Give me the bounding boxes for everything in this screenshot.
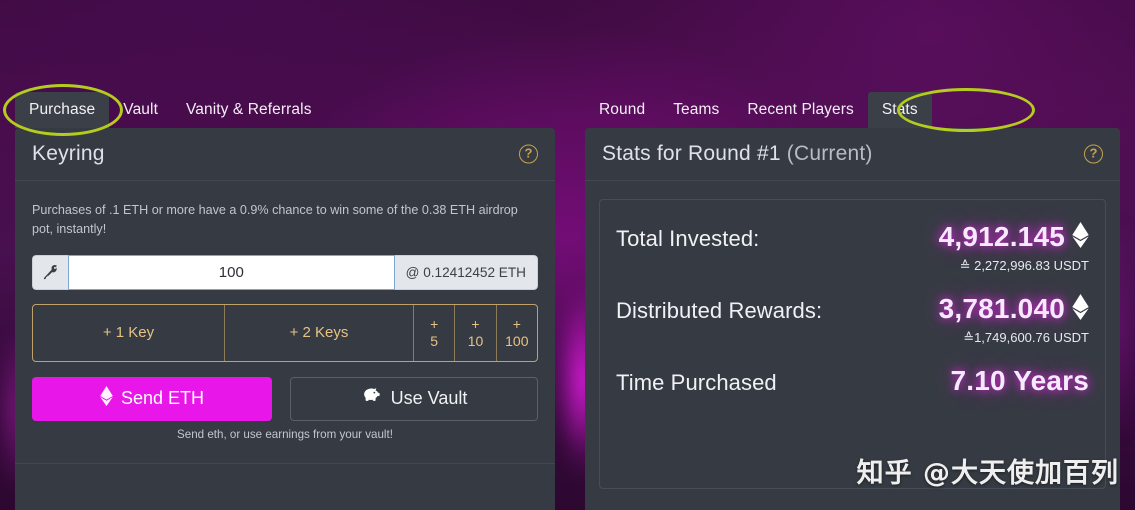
add-10-plus: + xyxy=(471,316,480,333)
tab-vault-label: Vault xyxy=(123,101,158,118)
tab-vanity-referrals-label: Vanity & Referrals xyxy=(185,101,312,118)
use-vault-button[interactable]: Use Vault xyxy=(290,376,538,421)
add-2-keys-button[interactable]: + 2 Keys xyxy=(225,304,414,361)
eth-rate-suffix: @ 0.12412452 ETH xyxy=(394,254,538,290)
tab-stats[interactable]: Stats xyxy=(867,92,932,128)
distributed-rewards-label: Distributed Rewards: xyxy=(616,298,823,323)
total-invested-value-group: 4,912.145 xyxy=(939,221,1089,253)
distributed-rewards-value-group: 3,781.040 xyxy=(939,293,1089,325)
keyring-panel-body: Purchases of .1 ETH or more have a 0.9% … xyxy=(15,181,555,464)
stats-panel-title-main: Stats for Round #1 xyxy=(602,142,781,165)
tab-teams-label: Teams xyxy=(673,101,720,118)
add-10-button[interactable]: + 10 xyxy=(455,304,497,361)
ethereum-icon xyxy=(1072,221,1089,253)
add-100-amount: 100 xyxy=(505,333,529,350)
add-5-plus: + xyxy=(430,316,439,333)
help-icon[interactable]: ? xyxy=(1084,144,1103,164)
send-eth-label: Send ETH xyxy=(120,388,205,409)
add-10-amount: 10 xyxy=(467,333,484,350)
keyring-panel-header: Keyring ? xyxy=(15,128,555,181)
airdrop-notice: Purchases of .1 ETH or more have a 0.9% … xyxy=(32,203,518,236)
tab-round[interactable]: Round xyxy=(585,92,659,128)
tab-teams[interactable]: Teams xyxy=(659,92,733,128)
time-purchased-value: 7.10 Years xyxy=(950,365,1089,396)
stats-panel-title: Stats for Round #1 (Current) xyxy=(602,142,873,166)
stats-panel-title-current: (Current) xyxy=(786,142,873,165)
tab-recent-players[interactable]: Recent Players xyxy=(733,92,868,128)
send-eth-button[interactable]: Send ETH xyxy=(32,376,272,421)
help-icon[interactable]: ? xyxy=(519,144,538,164)
use-vault-label: Use Vault xyxy=(390,388,468,409)
total-invested-usdt: ≙ 2,272,996.83 USDT xyxy=(959,258,1089,273)
add-5-amount: 5 xyxy=(430,333,439,350)
amount-input-row: @ 0.12412452 ETH xyxy=(32,254,538,290)
distributed-rewards-value: 3,781.040 xyxy=(938,293,1065,324)
key-icon xyxy=(32,254,68,290)
panel-divider xyxy=(15,462,555,464)
add-100-plus: + xyxy=(512,316,521,333)
right-panel-tabbar: Round Teams Recent Players Stats xyxy=(585,92,932,128)
tab-purchase-label: Purchase xyxy=(29,101,96,118)
ethereum-icon xyxy=(100,386,113,411)
amount-input[interactable] xyxy=(68,254,395,290)
tab-vault[interactable]: Vault xyxy=(109,92,172,128)
add-1-key-label: + 1 Key xyxy=(102,324,155,342)
stats-card: Total Invested: 4,912.145 ≙ 2,272,996.83… xyxy=(599,199,1106,489)
left-panel-tabbar: Purchase Vault Vanity & Referrals xyxy=(15,92,326,128)
time-purchased-label: Time Purchased xyxy=(616,370,777,395)
total-invested-value: 4,912.145 xyxy=(938,221,1065,252)
tab-vanity-referrals[interactable]: Vanity & Referrals xyxy=(172,92,326,128)
add-100-button[interactable]: + 100 xyxy=(497,305,537,361)
distributed-rewards-usdt: ≙1,749,600.76 USDT xyxy=(963,330,1089,345)
keyring-panel: Keyring ? Purchases of .1 ETH or more ha… xyxy=(15,128,555,510)
tab-purchase[interactable]: Purchase xyxy=(15,92,110,128)
stats-panel-header: Stats for Round #1 (Current) ? xyxy=(585,128,1120,181)
vault-hint: Send eth, or use earnings from your vaul… xyxy=(177,427,393,441)
key-quantity-buttons: + 1 Key + 2 Keys + 5 + 10 + 100 xyxy=(32,303,538,362)
add-1-key-button[interactable]: + 1 Key xyxy=(33,304,225,361)
ethereum-icon xyxy=(1072,293,1089,325)
total-invested-label: Total Invested: xyxy=(616,226,760,251)
tab-round-label: Round xyxy=(599,101,646,118)
page-title: Keyring xyxy=(32,142,105,165)
stat-row-total-invested: Total Invested: 4,912.145 xyxy=(616,212,1089,253)
stat-row-distributed-rewards: Distributed Rewards: 3,781.040 xyxy=(616,284,1089,325)
add-2-keys-label: + 2 Keys xyxy=(289,324,349,342)
stat-row-time-purchased: Time Purchased 7.10 Years xyxy=(616,356,1089,397)
tab-stats-label: Stats xyxy=(881,101,918,118)
add-5-button[interactable]: + 5 xyxy=(414,304,456,361)
watermark: 知乎 @大天使加百列 xyxy=(856,458,1119,489)
tab-recent-players-label: Recent Players xyxy=(747,101,854,118)
piggy-bank-icon xyxy=(361,387,382,410)
action-buttons-row: Send ETH Use Vault xyxy=(32,376,538,421)
